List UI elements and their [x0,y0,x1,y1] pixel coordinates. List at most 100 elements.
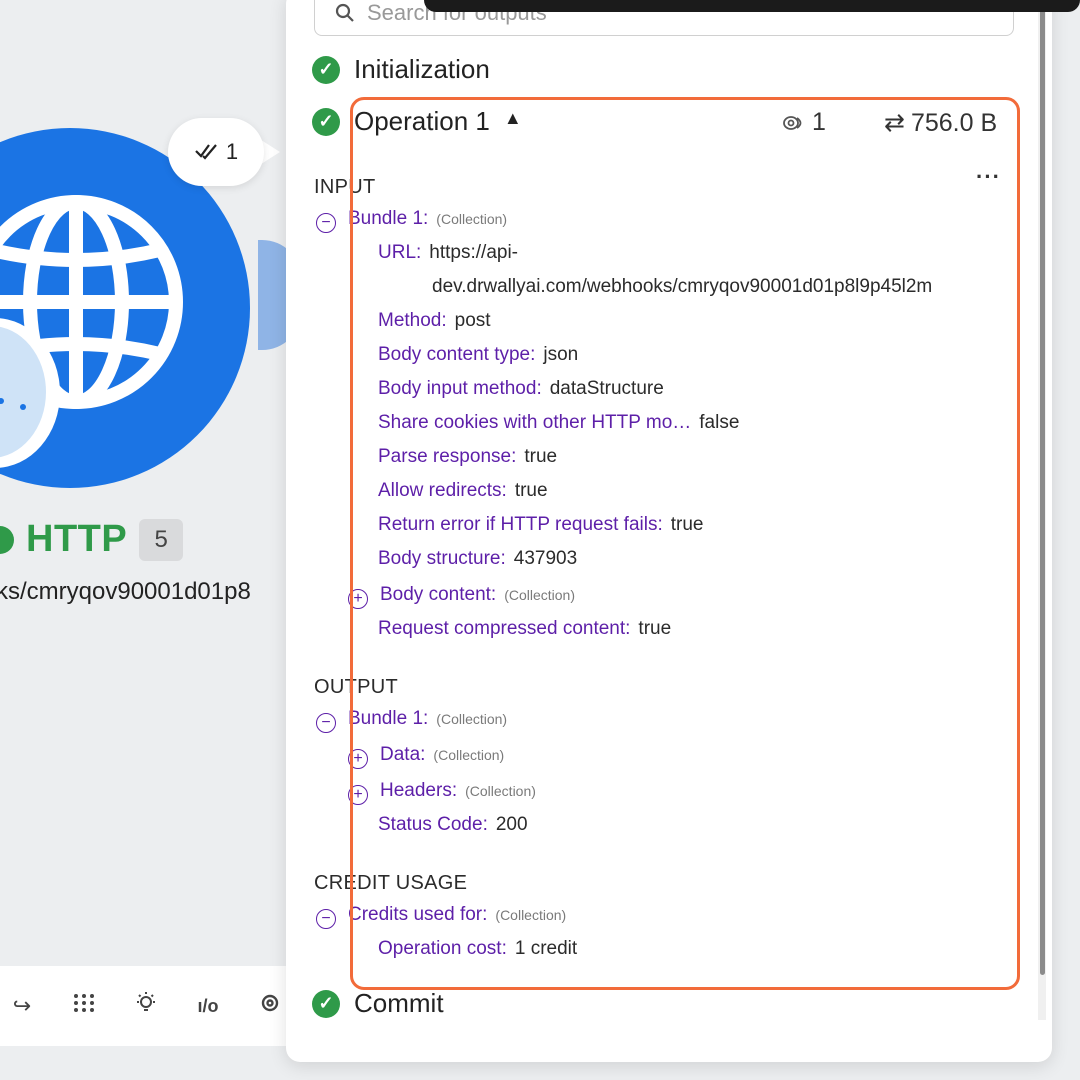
field-value: true [514,480,548,501]
bundle-label: Bundle 1: [348,708,429,729]
field-value: json [543,344,579,365]
field-value: 200 [495,814,528,835]
operations-bubble[interactable]: 1 [168,118,264,186]
search-icon [335,3,354,22]
field-key: Request compressed content: [378,618,631,639]
lightbulb-icon[interactable] [130,991,162,1021]
stage-label: Initialization [354,54,490,84]
field-key: Body content type: [378,344,536,365]
io-icon[interactable]: ı/o [192,996,224,1017]
field-key: Body content: [380,584,497,605]
run-output-panel: Search for outputs ✓ Initialization ✓ Op… [286,0,1052,1062]
field-value: true [670,514,704,535]
scrollbar-thumb[interactable] [1040,0,1045,975]
check-icon: ✓ [312,107,340,136]
bundles-icon [783,115,802,130]
canvas-toolbar: ↪ ı/o [0,966,300,1046]
status-ok-icon [0,525,14,554]
collapse-icon[interactable]: − [316,909,336,929]
scenario-canvas: 1 HTTP 5 ks/cmryqov90001d01p8 ↪ ı/o [0,0,300,1080]
field-value: 437903 [513,548,578,569]
stage-operation-1[interactable]: ✓ Operation 1 ▲ [312,106,522,137]
field-key: Operation cost: [378,938,507,959]
check-icon: ✓ [312,989,340,1018]
transfer-icon: ⇄ [884,109,905,137]
input-allow-redirects-row: Allow redirects: true [378,480,548,502]
input-return-error-row: Return error if HTTP request fails: true [378,514,704,536]
input-share-cookies-row: Share cookies with other HTTP mo… false [378,412,739,434]
field-value: true [524,446,558,467]
collapse-icon[interactable]: − [316,213,336,233]
field-key: Body structure: [378,548,506,569]
stage-initialization[interactable]: ✓ Initialization [312,54,490,85]
field-key: URL: [378,242,422,263]
more-options-button[interactable]: ··· [976,164,1001,190]
field-key: Share cookies with other HTTP mo… [378,412,692,433]
operations-count: 1 [225,139,239,164]
collection-type: (Collection) [465,783,536,799]
field-value: true [638,618,672,639]
field-value: https://api- [429,242,519,263]
section-credit-usage-heading: CREDIT USAGE [314,872,468,894]
gear-icon[interactable] [254,992,286,1020]
credits-used-row[interactable]: − Credits used for: (Collection) [316,904,567,929]
data-size-value: 756.0 B [910,108,998,137]
input-parse-response-row: Parse response: true [378,446,557,468]
field-key: Return error if HTTP request fails: [378,514,663,535]
collection-type: (Collection) [495,907,567,923]
field-value: false [699,412,740,433]
expand-icon[interactable]: + [348,785,368,805]
module-title-row: HTTP 5 [0,518,184,561]
input-bundle-row[interactable]: − Bundle 1: (Collection) [316,208,508,233]
check-icon: ✓ [312,55,340,84]
double-check-icon [195,144,217,160]
collection-type: (Collection) [433,747,505,763]
input-request-compressed-row: Request compressed content: true [378,618,671,640]
collection-type: (Collection) [504,587,576,603]
field-key: Parse response: [378,446,517,467]
collapse-icon[interactable]: − [316,713,336,733]
field-key: Method: [378,310,447,331]
section-input-heading: INPUT [314,176,376,198]
operation-cost-row: Operation cost: 1 credit [378,938,577,960]
field-value: post [454,310,491,331]
tree-line [350,232,351,624]
expand-icon[interactable]: + [348,589,368,609]
grid-icon[interactable] [68,993,100,1019]
input-body-structure-row: Body structure: 437903 [378,548,577,570]
input-url-row: URL: https://api- [378,242,518,264]
redo-icon[interactable]: ↪ [6,993,38,1019]
output-bundle-row[interactable]: − Bundle 1: (Collection) [316,708,508,733]
top-dark-bar [424,0,1080,12]
output-data-row[interactable]: + Data: (Collection) [348,744,505,769]
field-value: dev.drwallyai.com/webhooks/cmryqov90001d… [432,276,933,297]
stage-label: Operation 1 [354,106,490,136]
input-body-content-type-row: Body content type: json [378,344,578,366]
output-status-code-row: Status Code: 200 [378,814,528,836]
field-key: Data: [380,744,426,765]
input-body-input-method-row: Body input method: dataStructure [378,378,664,400]
expand-icon[interactable]: + [348,749,368,769]
agent-eye-right [20,404,26,410]
input-body-content-row[interactable]: + Body content: (Collection) [348,584,576,609]
field-key: Status Code: [378,814,488,835]
field-value: dataStructure [549,378,664,399]
field-key: Body input method: [378,378,542,399]
collection-type: (Collection) [436,211,508,227]
field-key: Credits used for: [348,904,488,925]
collapse-arrow-icon[interactable]: ▲ [504,108,522,129]
module-subtitle: ks/cmryqov90001d01p8 [0,578,251,605]
bundles-count-value: 1 [812,108,826,136]
output-headers-row[interactable]: + Headers: (Collection) [348,780,536,805]
bundle-label: Bundle 1: [348,208,429,229]
field-key: Allow redirects: [378,480,507,501]
collection-type: (Collection) [436,711,508,727]
tree-line [350,928,351,952]
field-value: 1 credit [514,938,578,959]
data-size: ⇄ 756.0 B [884,108,997,138]
stage-commit[interactable]: ✓ Commit [312,988,444,1019]
field-key: Headers: [380,780,458,801]
module-title[interactable]: HTTP [26,518,127,561]
input-method-row: Method: post [378,310,491,332]
module-id-badge: 5 [139,518,184,561]
